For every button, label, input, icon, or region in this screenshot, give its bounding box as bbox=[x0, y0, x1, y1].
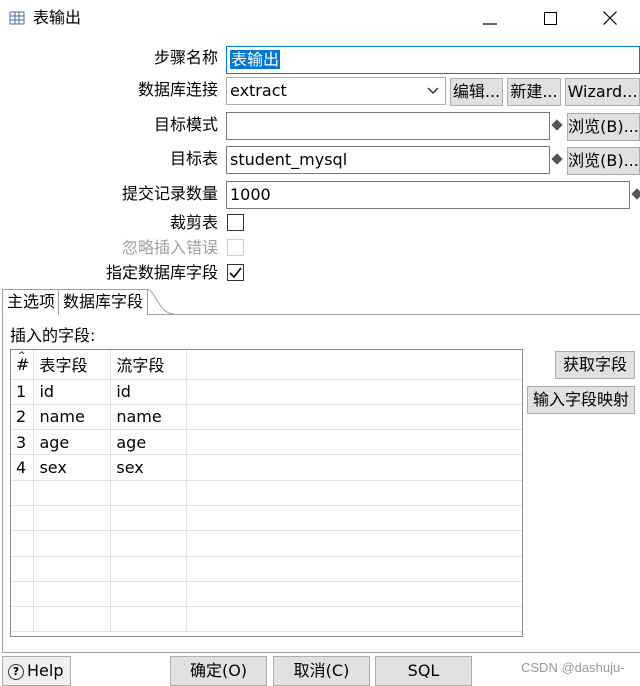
table-field-cell[interactable]: id bbox=[33, 379, 112, 405]
empty-row bbox=[11, 556, 522, 582]
minimize-icon bbox=[483, 10, 497, 29]
maximize-icon bbox=[543, 10, 557, 29]
table-row[interactable]: 4 sex sex bbox=[11, 454, 522, 481]
row-number: 4 bbox=[11, 454, 35, 481]
db-connection-value: extract bbox=[230, 81, 287, 100]
stream-field-cell[interactable]: id bbox=[110, 379, 188, 405]
variable-icon bbox=[551, 119, 563, 131]
db-connection-label: 数据库连接 bbox=[137, 80, 218, 99]
table-row[interactable]: 2 name name bbox=[11, 404, 522, 431]
fields-table[interactable]: ^ # 表字段 流字段 1 id id 2 name name 3 age ag… bbox=[10, 349, 523, 637]
tab-db-fields-label: 数据库字段 bbox=[63, 292, 144, 311]
commit-size-label: 提交记录数量 bbox=[121, 184, 218, 203]
close-button[interactable] bbox=[580, 0, 640, 38]
empty-cell bbox=[186, 379, 522, 405]
table-field-cell[interactable]: name bbox=[33, 404, 112, 431]
wizard-button[interactable]: Wizard... bbox=[565, 78, 640, 106]
sql-button[interactable]: SQL bbox=[375, 656, 472, 686]
tab-main-options[interactable]: 主选项 bbox=[2, 289, 61, 315]
db-connection-select[interactable]: extract bbox=[226, 77, 446, 105]
step-name-label: 步骤名称 bbox=[153, 48, 218, 67]
step-name-input[interactable]: 表输出 bbox=[226, 46, 640, 74]
table-field-cell[interactable]: age bbox=[33, 429, 112, 456]
empty-row bbox=[11, 530, 522, 557]
title-bar: 表输出 bbox=[0, 0, 640, 38]
row-number: 2 bbox=[11, 404, 35, 431]
truncate-label: 裁剪表 bbox=[169, 213, 218, 232]
empty-row bbox=[11, 480, 522, 506]
empty-cell bbox=[186, 404, 522, 431]
table-output-icon bbox=[9, 10, 25, 26]
sort-icon: ^ bbox=[18, 351, 26, 361]
get-fields-button[interactable]: 获取字段 bbox=[555, 351, 635, 379]
insert-fields-label: 插入的字段: bbox=[10, 326, 96, 345]
specify-fields-checkbox[interactable] bbox=[227, 264, 244, 281]
edit-connection-button[interactable]: 编辑... bbox=[450, 78, 503, 106]
chevron-down-icon bbox=[427, 78, 439, 104]
watermark: CSDN @dashuju- bbox=[521, 660, 625, 675]
target-table-label: 目标表 bbox=[169, 149, 218, 168]
row-number: 3 bbox=[11, 429, 35, 456]
row-number: 1 bbox=[11, 379, 35, 405]
tab-curve bbox=[146, 289, 175, 315]
help-button[interactable]: ? Help bbox=[2, 656, 71, 686]
variable-icon bbox=[551, 153, 563, 165]
table-field-cell[interactable]: sex bbox=[33, 454, 112, 481]
table-row[interactable]: 3 age age bbox=[11, 429, 522, 456]
stream-field-cell[interactable]: age bbox=[110, 429, 188, 456]
variable-icon bbox=[631, 188, 640, 200]
specify-fields-label: 指定数据库字段 bbox=[105, 263, 218, 282]
maximize-button[interactable] bbox=[520, 0, 580, 38]
table-header-row: ^ # 表字段 流字段 bbox=[11, 350, 522, 380]
target-schema-label: 目标模式 bbox=[153, 115, 218, 134]
empty-row bbox=[11, 606, 522, 633]
close-icon bbox=[603, 10, 617, 29]
new-connection-button[interactable]: 新建... bbox=[507, 78, 561, 106]
col-header-empty bbox=[186, 350, 522, 380]
step-name-value: 表输出 bbox=[230, 50, 281, 69]
truncate-checkbox[interactable] bbox=[227, 214, 244, 231]
browse-schema-button[interactable]: 浏览(B)... bbox=[567, 113, 640, 141]
empty-row bbox=[11, 581, 522, 608]
minimize-button[interactable] bbox=[460, 0, 520, 38]
stream-field-cell[interactable]: sex bbox=[110, 454, 188, 481]
checkmark-icon bbox=[228, 265, 243, 280]
stream-field-cell[interactable]: name bbox=[110, 404, 188, 431]
target-schema-input[interactable] bbox=[226, 112, 550, 140]
target-table-input[interactable]: student_mysql bbox=[226, 146, 550, 174]
cancel-button[interactable]: 取消(C) bbox=[273, 656, 370, 686]
enter-field-mapping-button[interactable]: 输入字段映射 bbox=[527, 386, 635, 414]
empty-cell bbox=[186, 429, 522, 456]
tab-db-fields[interactable]: 数据库字段 bbox=[58, 289, 149, 315]
ignore-errors-label: 忽略插入错误 bbox=[121, 238, 218, 257]
help-label: Help bbox=[27, 661, 64, 680]
browse-table-button[interactable]: 浏览(B)... bbox=[567, 147, 640, 175]
ok-button[interactable]: 确定(O) bbox=[170, 656, 267, 686]
empty-cell bbox=[186, 454, 522, 481]
table-row[interactable]: 1 id id bbox=[11, 379, 522, 405]
col-header-table-field[interactable]: 表字段 bbox=[33, 350, 112, 380]
window-title: 表输出 bbox=[33, 8, 82, 27]
commit-size-input[interactable]: 1000 bbox=[226, 181, 630, 209]
ignore-errors-checkbox[interactable] bbox=[227, 239, 244, 256]
col-header-stream-field[interactable]: 流字段 bbox=[110, 350, 188, 380]
help-icon: ? bbox=[8, 664, 24, 680]
empty-row bbox=[11, 505, 522, 532]
col-header-num[interactable]: ^ # bbox=[11, 350, 35, 380]
